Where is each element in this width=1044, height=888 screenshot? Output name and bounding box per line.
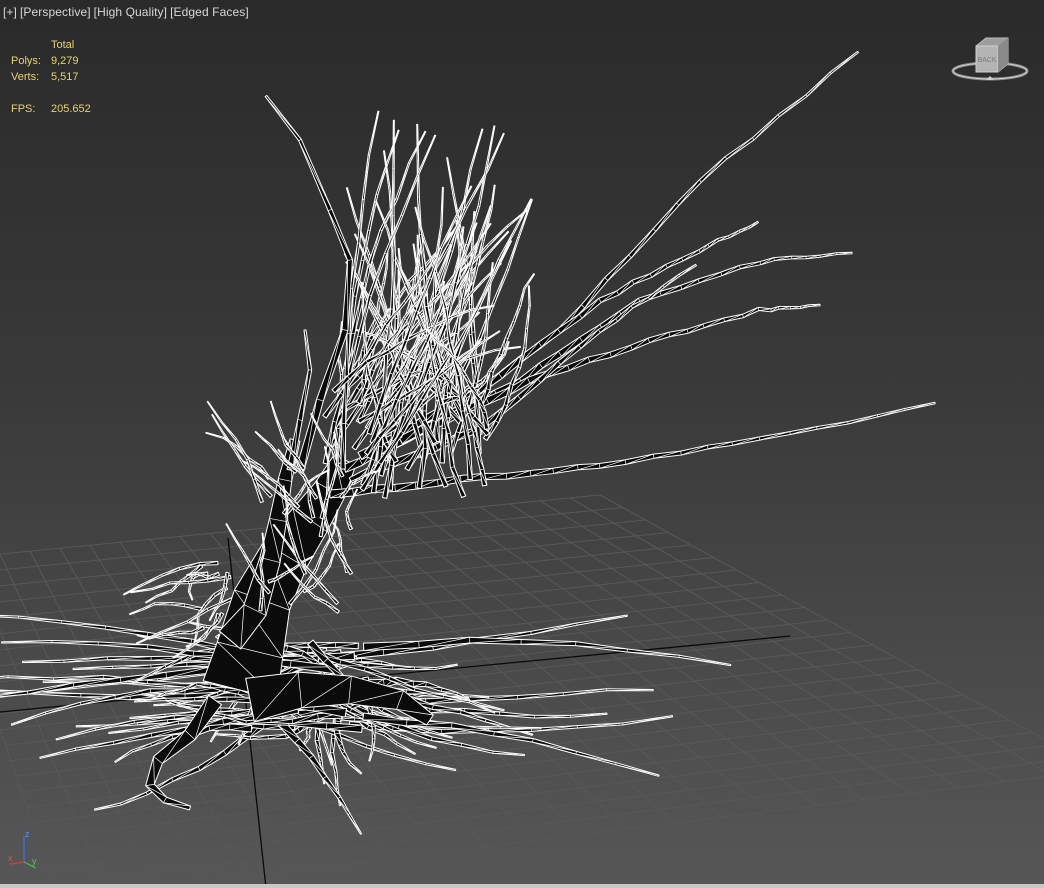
verts-value: 5,517 [51,71,79,83]
polys-value: 9,279 [51,55,79,67]
stats-header: Total [51,39,75,51]
viewport-edges-menu[interactable]: [Edged Faces] [170,5,249,19]
viewport-menu-plus[interactable]: [+] [3,5,17,19]
perspective-viewport[interactable]: [+] [Perspective] [High Quality] [Edged Fac… [0,0,1044,888]
axis-y-label: y [32,856,37,866]
viewcube[interactable]: BACK [950,34,1030,84]
statistics-overlay: Total Polys: 9,279 Verts: 5,517 FPS: 205.65… [11,37,131,117]
axis-z-label: z [25,829,30,839]
viewport-shading-menu[interactable]: [High Quality] [94,5,167,19]
viewport-bottom-border [0,884,1044,888]
axis-x-label: x [8,853,13,863]
viewport-view-menu[interactable]: [Perspective] [20,5,91,19]
viewcube-face-label[interactable]: BACK [977,57,996,64]
verts-label: Verts: [11,71,40,83]
fps-label: FPS: [11,103,36,115]
fps-value: 205.652 [51,103,91,115]
axis-tripod-icon: z y x [8,829,37,869]
scene-canvas[interactable] [0,0,1044,888]
viewport-label[interactable]: [+] [Perspective] [High Quality] [Edged Fac… [3,5,252,19]
polys-label: Polys: [11,55,41,67]
